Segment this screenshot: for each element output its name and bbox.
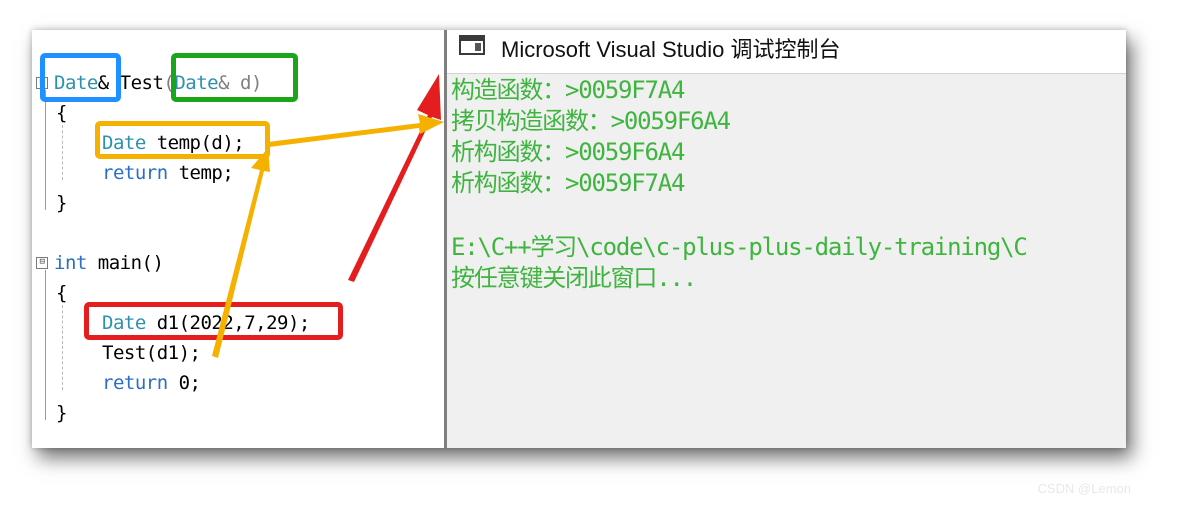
watermark: CSDN @Lemon — [1037, 481, 1131, 496]
red-arrow — [348, 74, 441, 282]
annotation-arrows — [212, 74, 444, 358]
screenshot-frame: ⊟ ⊟ Date& Test(Date& d) { Date temp(d); … — [32, 30, 1126, 448]
orange-arrow-up — [212, 148, 270, 358]
